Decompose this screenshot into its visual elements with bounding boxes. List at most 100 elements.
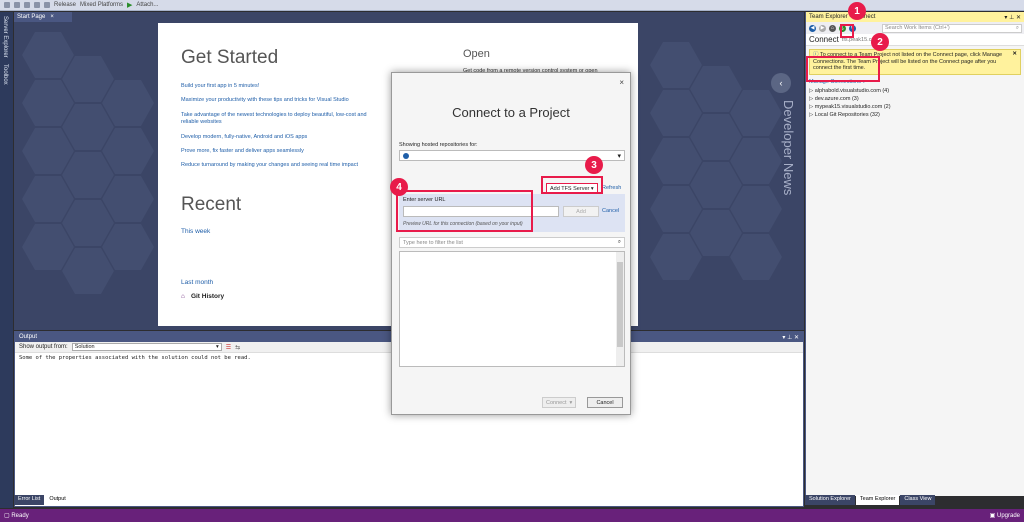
status-ready-label: Ready bbox=[11, 513, 29, 519]
status-ready: ▢ Ready bbox=[4, 513, 29, 519]
callout-highlight bbox=[541, 176, 603, 194]
toolbox-tab[interactable]: Toolbox bbox=[2, 64, 8, 85]
recent-item-git-history[interactable]: ⌂ Git History bbox=[181, 293, 224, 300]
filter-input[interactable]: Type here to filter the list ⌕ bbox=[399, 237, 625, 248]
chevron-down-icon: ▾ bbox=[617, 152, 621, 160]
redo-icon[interactable] bbox=[44, 2, 50, 8]
callout-badge: 3 bbox=[585, 156, 603, 174]
tab-start-page-label: Start Page bbox=[17, 14, 46, 20]
panel-controls[interactable]: ▾ ⊥ ✕ bbox=[1004, 14, 1021, 21]
start-link[interactable]: reliable websites bbox=[181, 119, 222, 126]
open-icon[interactable] bbox=[14, 2, 20, 8]
solution-icon: ⌂ bbox=[181, 293, 185, 300]
filter-placeholder: Type here to filter the list bbox=[403, 239, 463, 246]
connection-label: dev.azure.com (3) bbox=[814, 95, 859, 102]
start-link[interactable]: Build your first app in 5 minutes! bbox=[181, 83, 259, 90]
connection-item[interactable]: ▷ mypeak15.visualstudio.com (2) bbox=[806, 103, 1024, 111]
config-dropdown[interactable]: Release bbox=[54, 2, 76, 9]
show-output-label: Show output from: bbox=[19, 344, 68, 350]
close-icon[interactable]: × bbox=[50, 14, 54, 20]
cancel-link[interactable]: Cancel bbox=[602, 208, 619, 214]
attach-button[interactable]: Attach... bbox=[136, 2, 158, 9]
close-icon[interactable]: × bbox=[619, 78, 624, 87]
start-link[interactable]: Develop modern, fully-native, Android an… bbox=[181, 134, 307, 141]
developer-news-label[interactable]: Developer News bbox=[781, 100, 796, 195]
upgrade-label: Upgrade bbox=[996, 513, 1020, 519]
connect-button[interactable]: Connect ▾ bbox=[542, 397, 577, 408]
scrollbar[interactable] bbox=[616, 252, 624, 366]
scrollbar-thumb[interactable] bbox=[617, 262, 623, 347]
home-icon[interactable]: ⌂ bbox=[829, 24, 836, 32]
callout-badge: 1 bbox=[848, 2, 866, 20]
connection-item[interactable]: ▷ alphabold.visualstudio.com (4) bbox=[806, 87, 1024, 95]
left-tool-strip: Server Explorer Toolbox bbox=[0, 12, 13, 508]
tab-solution-explorer[interactable]: Solution Explorer bbox=[805, 495, 855, 505]
save-icon[interactable] bbox=[24, 2, 30, 8]
cancel-button[interactable]: Cancel bbox=[587, 397, 623, 408]
showing-label: Showing hosted repositories for: bbox=[399, 142, 478, 148]
right-tab-strip: Solution Explorer Team Explorer Class Vi… bbox=[805, 495, 936, 505]
connection-item[interactable]: ▷ dev.azure.com (3) bbox=[806, 95, 1024, 103]
callout-highlight bbox=[806, 56, 880, 82]
main-toolbar: Release Mixed Platforms ▶ Attach... bbox=[0, 0, 1024, 11]
callout-highlight bbox=[840, 24, 854, 38]
start-link[interactable]: Maximize your productivity with these ti… bbox=[181, 97, 349, 104]
callout-highlight bbox=[396, 190, 533, 232]
new-project-icon[interactable] bbox=[4, 2, 10, 8]
connect-label: Connect bbox=[546, 399, 567, 406]
connection-item[interactable]: ▷ Local Git Repositories (32) bbox=[806, 111, 1024, 119]
upgrade-button[interactable]: ▣ Upgrade bbox=[990, 512, 1020, 519]
word-wrap-icon[interactable]: ⇆ bbox=[235, 344, 240, 351]
server-explorer-tab[interactable]: Server Explorer bbox=[2, 16, 8, 58]
output-source-select[interactable]: Solution ▾ bbox=[71, 343, 222, 351]
tab-team-explorer[interactable]: Team Explorer bbox=[855, 495, 900, 505]
platform-dropdown[interactable]: Mixed Platforms bbox=[80, 2, 123, 9]
search-icon: ⌕ bbox=[1015, 24, 1019, 31]
refresh-link[interactable]: Refresh bbox=[602, 185, 621, 191]
callout-badge: 2 bbox=[871, 33, 889, 51]
start-link[interactable]: Take advantage of the newest technologie… bbox=[181, 112, 367, 119]
panel-controls[interactable]: ▾ ⊥ ✕ bbox=[782, 334, 799, 341]
status-bar: ▢ Ready ▣ Upgrade bbox=[0, 509, 1024, 522]
team-explorer-toolbar: ◀ ▶ ⌂ ⏚ ↻ Search Work Items (Ctrl+') ⌕ bbox=[806, 22, 1024, 34]
developer-news-toggle[interactable]: ‹ bbox=[771, 73, 791, 93]
play-icon[interactable]: ▶ bbox=[127, 2, 132, 9]
clear-all-icon[interactable]: ☰ bbox=[226, 344, 231, 351]
back-icon[interactable]: ◀ bbox=[809, 24, 816, 32]
chevron-down-icon: ▾ bbox=[569, 399, 573, 406]
start-link[interactable]: Prove more, fix faster and deliver apps … bbox=[181, 148, 304, 155]
chevron-down-icon: ▾ bbox=[215, 344, 219, 350]
team-explorer-connect-header: Connect tfs.peak15.com bbox=[806, 34, 1024, 46]
team-explorer-title: Team Explorer - Connect bbox=[809, 14, 876, 20]
connection-label: mypeak15.visualstudio.com (2) bbox=[814, 103, 891, 110]
recent-heading: Recent bbox=[181, 194, 242, 215]
connect-label: Connect bbox=[809, 35, 839, 44]
forward-icon[interactable]: ▶ bbox=[819, 24, 826, 32]
repository-list[interactable] bbox=[399, 251, 625, 367]
open-heading: Open bbox=[463, 48, 490, 60]
team-explorer-panel: Team Explorer - Connect ▾ ⊥ ✕ ◀ ▶ ⌂ ⏚ ↻ … bbox=[805, 12, 1024, 496]
connection-label: Local Git Repositories (32) bbox=[814, 111, 880, 118]
output-source-value: Solution bbox=[74, 344, 95, 350]
callout-badge: 4 bbox=[390, 178, 408, 196]
undo-icon[interactable] bbox=[34, 2, 40, 8]
tab-start-page[interactable]: Start Page × bbox=[14, 12, 72, 22]
tab-error-list[interactable]: Error List bbox=[14, 495, 45, 505]
connect-project-dialog: × Connect to a Project Showing hosted re… bbox=[391, 72, 631, 415]
dialog-title: Connect to a Project bbox=[452, 105, 570, 120]
close-icon[interactable]: ✕ bbox=[1012, 51, 1017, 58]
this-week-label: This week bbox=[181, 228, 211, 235]
last-month-label: Last month bbox=[181, 279, 214, 286]
account-icon bbox=[403, 152, 409, 159]
recent-item-label: Git History bbox=[190, 293, 225, 300]
tab-output[interactable]: Output bbox=[45, 495, 70, 505]
tab-class-view[interactable]: Class View bbox=[900, 495, 936, 505]
get-started-heading: Get Started bbox=[181, 47, 279, 68]
output-title: Output bbox=[19, 334, 38, 340]
start-link[interactable]: Reduce turnaround by making your changes… bbox=[181, 162, 358, 169]
add-button[interactable]: Add bbox=[563, 206, 599, 217]
search-placeholder: Search Work Items (Ctrl+') bbox=[885, 25, 950, 31]
bottom-tab-strip: Error List Output bbox=[14, 495, 70, 505]
work-items-search-input[interactable]: Search Work Items (Ctrl+') ⌕ bbox=[882, 23, 1022, 33]
connection-label: alphabold.visualstudio.com (4) bbox=[814, 87, 890, 94]
